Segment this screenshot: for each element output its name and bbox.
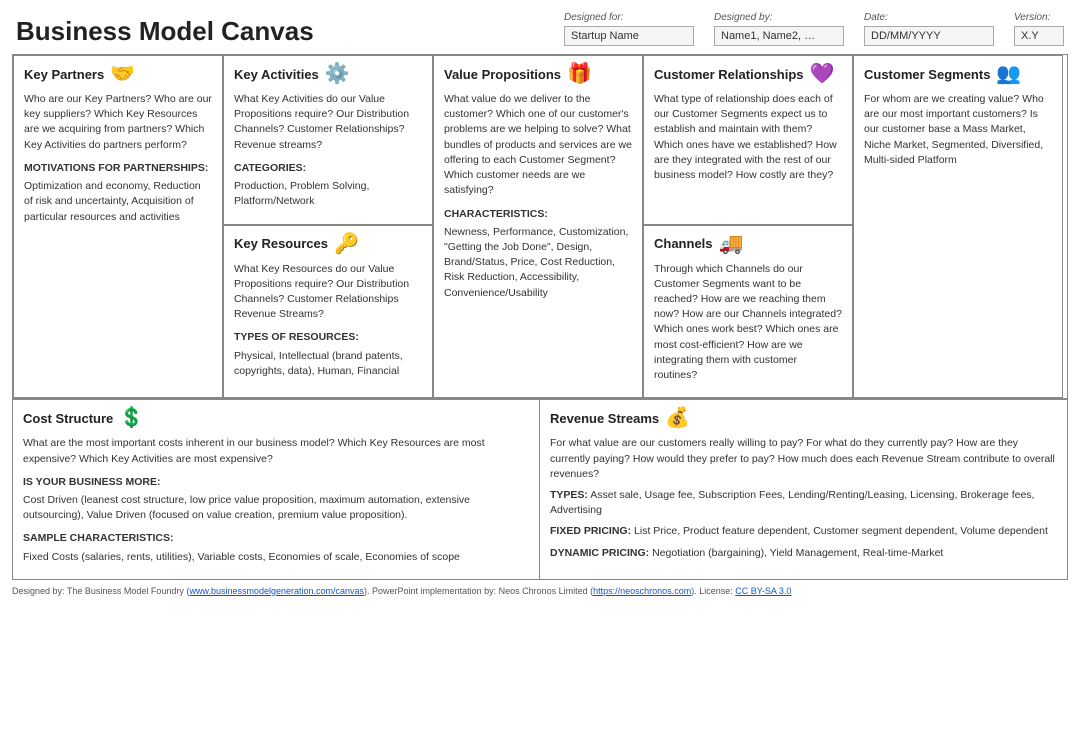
key-resources-icon: 🔑 — [334, 234, 359, 254]
channels-header: Channels 🚚 — [654, 234, 842, 254]
revenue-streams-intro: For what value are our customers really … — [550, 436, 1057, 482]
cost-structure-intro: What are the most important costs inhere… — [23, 436, 529, 466]
key-resources-section1-title: TYPES OF RESOURCES: — [234, 330, 422, 345]
designed-for-input[interactable] — [564, 26, 694, 46]
cost-structure-section2-body: Fixed Costs (salaries, rents, utilities)… — [23, 550, 529, 565]
key-partners-header: Key Partners 🤝 — [24, 64, 212, 84]
date-input[interactable] — [864, 26, 994, 46]
value-propositions-cell: Value Propositions 🎁 What value do we de… — [433, 55, 643, 398]
key-activities-cell: Key Activities ⚙️ What Key Activities do… — [223, 55, 433, 225]
key-partners-cell: Key Partners 🤝 Who are our Key Partners?… — [13, 55, 223, 398]
version-field: Version: — [1014, 12, 1064, 46]
channels-cell: Channels 🚚 Through which Channels do our… — [643, 225, 853, 399]
canvas: Key Partners 🤝 Who are our Key Partners?… — [12, 54, 1068, 580]
customer-relationships-header: Customer Relationships 💜 — [654, 64, 842, 84]
channels-intro: Through which Channels do our Customer S… — [654, 262, 842, 384]
designed-by-input[interactable] — [714, 26, 844, 46]
revenue-streams-section1-body: Asset sale, Usage fee, Subscription Fees… — [550, 489, 1034, 516]
designed-by-field: Designed by: — [714, 12, 844, 46]
key-activities-section1-title: CATEGORIES: — [234, 161, 422, 176]
value-propositions-section1-title: CHARACTERISTICS: — [444, 207, 632, 222]
date-label: Date: — [864, 12, 994, 23]
footer-link1[interactable]: www.businessmodelgeneration.com/canvas — [189, 586, 364, 596]
designed-for-label: Designed for: — [564, 12, 694, 23]
version-input[interactable] — [1014, 26, 1064, 46]
value-propositions-intro: What value do we deliver to the customer… — [444, 92, 632, 199]
revenue-streams-section3-title: DYNAMIC PRICING: — [550, 547, 649, 559]
key-activities-body: What Key Activities do our Value Proposi… — [234, 92, 422, 210]
footer-link2[interactable]: https://neoschronos.com — [593, 586, 691, 596]
page-header: Business Model Canvas Designed for: Desi… — [0, 0, 1080, 54]
cost-structure-section1-body: Cost Driven (leanest cost structure, low… — [23, 493, 529, 523]
cost-structure-body: What are the most important costs inhere… — [23, 436, 529, 565]
canvas-grid: Key Partners 🤝 Who are our Key Partners?… — [13, 55, 1067, 399]
key-resources-intro: What Key Resources do our Value Proposit… — [234, 262, 422, 323]
channels-body: Through which Channels do our Customer S… — [654, 262, 842, 384]
customer-segments-header: Customer Segments 👥 — [864, 64, 1052, 84]
designed-by-label: Designed by: — [714, 12, 844, 23]
value-propositions-section1-body: Newness, Performance, Customization, "Ge… — [444, 225, 632, 301]
customer-segments-title: Customer Segments — [864, 67, 990, 82]
customer-segments-icon: 👥 — [996, 64, 1021, 84]
value-propositions-icon: 🎁 — [567, 64, 592, 84]
page-title: Business Model Canvas — [16, 17, 314, 46]
cost-structure-icon: 💲 — [119, 408, 144, 428]
revenue-streams-icon: 💰 — [665, 408, 690, 428]
key-partners-body: Who are our Key Partners? Who are our ke… — [24, 92, 212, 225]
value-propositions-title: Value Propositions — [444, 67, 561, 82]
revenue-streams-header: Revenue Streams 💰 — [550, 408, 1057, 428]
customer-segments-intro: For whom are we creating value? Who are … — [864, 92, 1052, 168]
key-resources-cell: Key Resources 🔑 What Key Resources do ou… — [223, 225, 433, 399]
cost-structure-section2-title: SAMPLE CHARACTERISTICS: — [23, 531, 529, 546]
revenue-streams-section2-body: List Price, Product feature dependent, C… — [634, 525, 1048, 537]
customer-relationships-icon: 💜 — [810, 64, 835, 84]
date-field: Date: — [864, 12, 994, 46]
key-partners-section1-body: Optimization and economy, Reduction of r… — [24, 179, 212, 225]
revenue-streams-cell: Revenue Streams 💰 For what value are our… — [540, 400, 1067, 579]
customer-segments-body: For whom are we creating value? Who are … — [864, 92, 1052, 168]
designed-for-field: Designed for: — [564, 12, 694, 46]
footer-end-text: ). License: — [691, 586, 735, 596]
channels-icon: 🚚 — [719, 234, 744, 254]
customer-relationships-title: Customer Relationships — [654, 67, 804, 82]
footer-link3[interactable]: CC BY-SA 3.0 — [735, 586, 791, 596]
customer-relationships-intro: What type of relationship does each of o… — [654, 92, 842, 183]
key-partners-section1-title: MOTIVATIONS FOR PARTNERSHIPS: — [24, 161, 212, 176]
key-resources-body: What Key Resources do our Value Proposit… — [234, 262, 422, 380]
revenue-streams-section2-title: FIXED PRICING: — [550, 525, 631, 537]
cost-structure-section1-title: IS YOUR BUSINESS MORE: — [23, 475, 529, 490]
key-partners-title: Key Partners — [24, 67, 104, 82]
key-partners-intro: Who are our Key Partners? Who are our ke… — [24, 92, 212, 153]
customer-relationships-body: What type of relationship does each of o… — [654, 92, 842, 183]
value-propositions-header: Value Propositions 🎁 — [444, 64, 632, 84]
revenue-streams-body: For what value are our customers really … — [550, 436, 1057, 561]
cost-structure-header: Cost Structure 💲 — [23, 408, 529, 428]
revenue-streams-title: Revenue Streams — [550, 411, 659, 426]
cost-structure-cell: Cost Structure 💲 What are the most impor… — [13, 400, 540, 579]
key-activities-section1-body: Production, Problem Solving, Platform/Ne… — [234, 179, 422, 209]
value-propositions-body: What value do we deliver to the customer… — [444, 92, 632, 301]
version-label: Version: — [1014, 12, 1064, 23]
customer-relationships-cell: Customer Relationships 💜 What type of re… — [643, 55, 853, 225]
key-activities-header: Key Activities ⚙️ — [234, 64, 422, 84]
key-activities-intro: What Key Activities do our Value Proposi… — [234, 92, 422, 153]
key-resources-header: Key Resources 🔑 — [234, 234, 422, 254]
footer-text: Designed by: The Business Model Foundry … — [12, 586, 189, 596]
key-partners-icon: 🤝 — [110, 64, 135, 84]
revenue-streams-section3-body: Negotiation (bargaining), Yield Manageme… — [652, 547, 943, 559]
cost-structure-title: Cost Structure — [23, 411, 113, 426]
key-activities-title: Key Activities — [234, 67, 319, 82]
key-resources-title: Key Resources — [234, 236, 328, 251]
customer-segments-cell: Customer Segments 👥 For whom are we crea… — [853, 55, 1063, 398]
bottom-row: Cost Structure 💲 What are the most impor… — [13, 399, 1067, 579]
key-resources-section1-body: Physical, Intellectual (brand patents, c… — [234, 349, 422, 379]
revenue-streams-section1-title: TYPES: — [550, 489, 588, 501]
header-fields: Designed for: Designed by: Date: Version… — [364, 12, 1064, 46]
footer-mid-text: ). PowerPoint implementation by: Neos Ch… — [364, 586, 593, 596]
channels-title: Channels — [654, 236, 713, 251]
footer: Designed by: The Business Model Foundry … — [12, 586, 1068, 596]
key-activities-icon: ⚙️ — [325, 64, 350, 84]
